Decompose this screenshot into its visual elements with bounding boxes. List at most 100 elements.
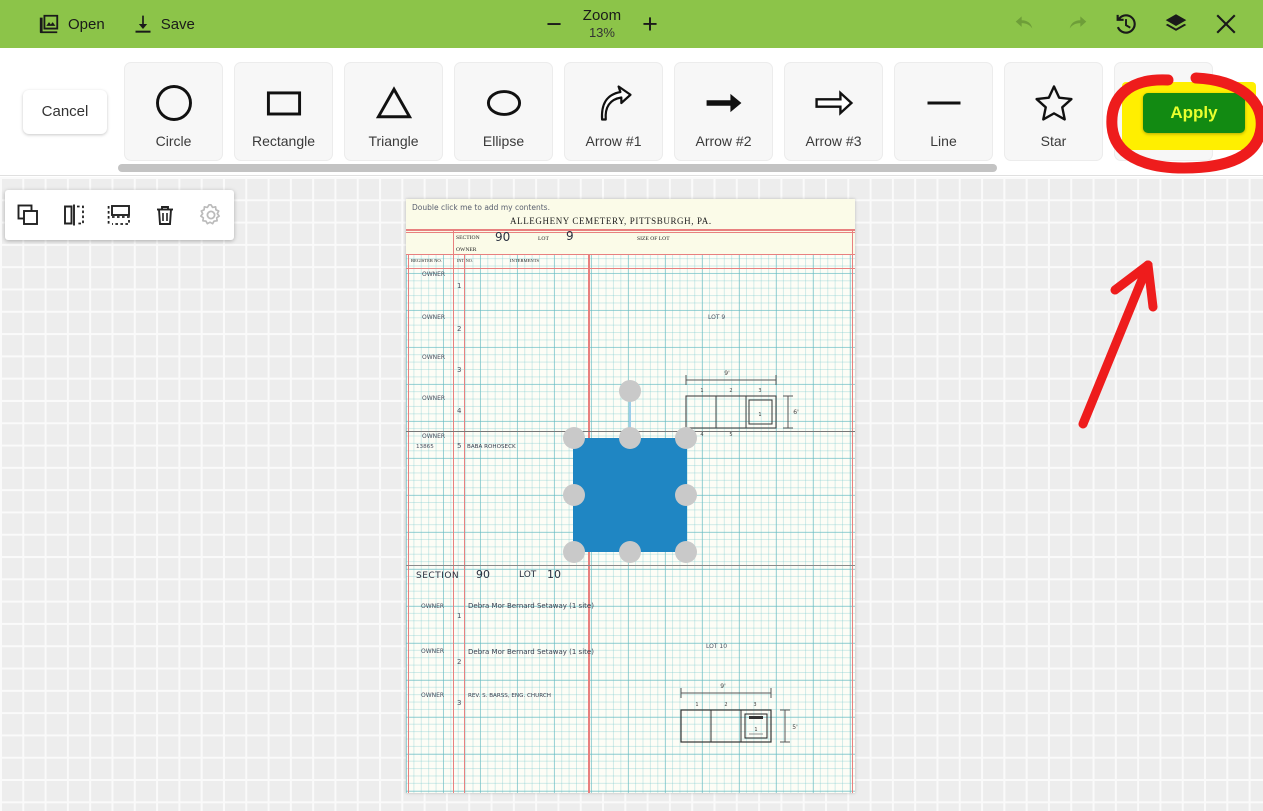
plot-diagram-lot10: 9' 1 2 3 1 5': [680, 683, 798, 743]
shape-label: Rectangle: [251, 132, 316, 149]
selected-rectangle-shape[interactable]: [573, 438, 687, 552]
doc-lot10-label: LOT 10: [706, 643, 728, 650]
doc-owner-row: OWNER: [422, 271, 446, 278]
doc-vrule: [407, 254, 409, 793]
resize-handle-w[interactable]: [563, 484, 585, 506]
top-toolbar: Open Save − Zoom 13% +: [0, 0, 1263, 48]
shape-tool-line[interactable]: Line: [894, 62, 993, 161]
svg-text:3: 3: [758, 388, 761, 394]
shape-toolbar-scrollbar[interactable]: [118, 164, 997, 172]
doc-rule: [406, 254, 855, 256]
duplicate-icon[interactable]: [9, 196, 47, 234]
shape-label: Circle: [155, 132, 192, 149]
circle-icon: [152, 75, 196, 131]
doc-owner-row: OWNER: [422, 354, 446, 361]
object-context-toolbar: [5, 190, 234, 240]
delete-trash-icon[interactable]: [146, 196, 184, 234]
zoom-in-button[interactable]: +: [633, 4, 667, 44]
svg-text:5: 5: [729, 432, 732, 438]
svg-text:9': 9': [720, 683, 726, 690]
save-label: Save: [160, 15, 195, 33]
line-icon: [922, 75, 966, 131]
doc-section2-label: SECTION: [416, 571, 460, 581]
resize-handle-s[interactable]: [619, 541, 641, 563]
star-icon: [1032, 75, 1076, 131]
resize-handle-ne[interactable]: [675, 427, 697, 449]
apply-button[interactable]: Apply: [1143, 93, 1245, 133]
doc-rule: [406, 565, 855, 566]
close-icon[interactable]: [1203, 0, 1249, 48]
shape-tool-arrow-3[interactable]: Arrow #3: [784, 62, 883, 161]
doc-lot-value: 9: [566, 229, 574, 243]
zoom-controls: − Zoom 13% +: [537, 4, 667, 44]
shape-tool-star[interactable]: Star: [1004, 62, 1103, 161]
svg-text:5': 5': [792, 724, 798, 731]
image-editor-app: Open Save − Zoom 13% + Cancel Circle Rec…: [0, 0, 1263, 811]
open-label: Open: [68, 15, 105, 33]
solid-arrow-icon: [702, 75, 746, 131]
resize-handle-nw[interactable]: [563, 427, 585, 449]
doc-owner-entry-text: Debra Mor Bernard Setaway (1 site): [468, 648, 594, 656]
shape-tool-triangle[interactable]: Triangle: [344, 62, 443, 161]
doc-owner-row: OWNER: [422, 314, 446, 321]
resize-handle-se[interactable]: [675, 541, 697, 563]
shape-label: Triangle: [368, 132, 419, 149]
rotation-handle[interactable]: [619, 380, 641, 402]
doc-col-register: REGISTER NO.: [411, 258, 442, 263]
editor-canvas[interactable]: Double click me to add my contents. ALLE…: [0, 177, 1263, 811]
ellipse-icon: [482, 75, 526, 131]
svg-text:6': 6': [793, 409, 799, 416]
svg-text:1: 1: [695, 702, 698, 708]
cancel-button[interactable]: Cancel: [23, 89, 107, 134]
shape-tool-rectangle[interactable]: Rectangle: [234, 62, 333, 161]
doc-rule: [406, 229, 855, 231]
resize-handle-e[interactable]: [675, 484, 697, 506]
save-button[interactable]: Save: [119, 0, 209, 48]
svg-text:1: 1: [700, 388, 703, 394]
shape-label: Line: [930, 132, 957, 149]
svg-text:3: 3: [753, 702, 756, 708]
doc-section-value: 90: [495, 230, 511, 244]
doc-col-interments: INTERMENTS: [510, 258, 540, 263]
layers-icon[interactable]: [1153, 0, 1199, 48]
zoom-out-button[interactable]: −: [537, 4, 571, 44]
svg-text:2: 2: [729, 388, 732, 394]
redo-icon[interactable]: [1053, 0, 1099, 48]
curved-arrow-icon: [592, 75, 636, 131]
doc-owner-entry-text: Debra Mor Bernard Setaway (1 site): [468, 602, 594, 610]
doc-interment-name: BABA ROHOSECK: [467, 444, 516, 450]
doc-lot2-value: 10: [547, 568, 561, 581]
shape-tool-circle[interactable]: Circle: [124, 62, 223, 161]
resize-handle-sw[interactable]: [563, 541, 585, 563]
shape-label: Arrow #2: [695, 132, 752, 149]
document-placeholder-text: Double click me to add my contents.: [412, 203, 550, 212]
svg-text:9': 9': [724, 370, 730, 377]
flip-vertical-icon[interactable]: [100, 196, 138, 234]
doc-row-num: 2: [457, 325, 462, 333]
open-button[interactable]: Open: [24, 0, 119, 48]
shape-tool-arrow-1[interactable]: Arrow #1: [564, 62, 663, 161]
open-image-icon: [38, 13, 60, 35]
shape-tool-ellipse[interactable]: Ellipse: [454, 62, 553, 161]
doc-row-num: 1: [457, 282, 462, 290]
doc-lot-label: LOT: [538, 236, 549, 242]
doc-section-label: SECTION: [456, 235, 480, 241]
svg-text:4: 4: [700, 432, 703, 438]
undo-icon[interactable]: [1003, 0, 1049, 48]
resize-handle-n[interactable]: [619, 427, 641, 449]
document-title: ALLEGHENY CEMETERY, PITTSBURGH, PA.: [510, 216, 712, 226]
flip-horizontal-icon[interactable]: [55, 196, 93, 234]
doc-rule: [406, 232, 855, 233]
shape-tool-arrow-2[interactable]: Arrow #2: [674, 62, 773, 161]
doc-owner-entry-label: OWNER: [421, 648, 445, 655]
doc-owner-header: OWNER: [456, 247, 477, 253]
svg-text:1: 1: [758, 412, 761, 418]
doc-row-num: 3: [457, 366, 462, 374]
doc-section2-value: 90: [476, 568, 490, 581]
shape-label: Star: [1040, 132, 1067, 149]
doc-owner-entry-num: 3: [457, 699, 462, 707]
shape-list: Circle Rectangle Triangle Ellipse Arrow …: [113, 62, 1213, 161]
doc-owner-row: OWNER: [422, 395, 446, 402]
history-clock-icon[interactable]: [1103, 0, 1149, 48]
doc-owner-entry-label: OWNER: [421, 692, 445, 699]
